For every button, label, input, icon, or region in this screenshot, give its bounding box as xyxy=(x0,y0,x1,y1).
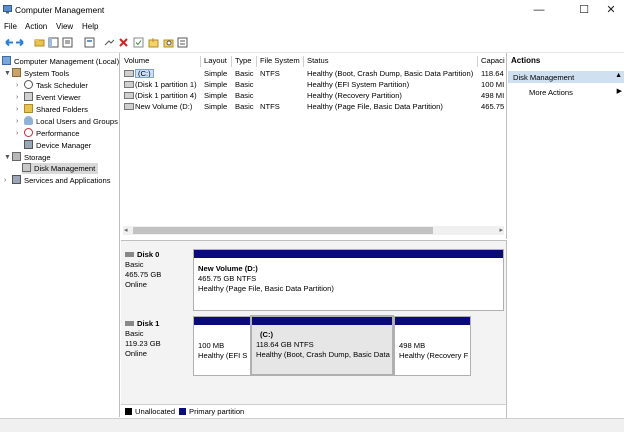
tree-item-performance[interactable]: Performance xyxy=(24,128,79,139)
list-view-icon[interactable] xyxy=(84,37,95,48)
disk-icon xyxy=(125,321,134,326)
tree-item-event-viewer[interactable]: Event Viewer xyxy=(24,92,81,103)
event-viewer-icon xyxy=(24,92,33,101)
column-header-status[interactable]: Status xyxy=(304,56,478,67)
menu-help[interactable]: Help xyxy=(82,22,98,31)
up-folder-icon[interactable] xyxy=(34,37,45,48)
partition-c[interactable]: (C:) 118.64 GB NTFS Healthy (Boot, Crash… xyxy=(250,315,394,376)
close-button[interactable]: ✕ xyxy=(598,3,624,17)
back-arrow-icon[interactable] xyxy=(3,37,14,48)
disk-icon xyxy=(22,163,31,172)
window-title: Computer Management xyxy=(15,5,105,15)
tree-item-device-manager[interactable]: Device Manager xyxy=(24,140,91,151)
scroll-right-icon[interactable]: ▸ xyxy=(499,226,503,234)
column-header-volume[interactable]: Volume xyxy=(121,56,201,67)
folder-search-icon[interactable] xyxy=(163,37,174,48)
tree-item-root[interactable]: Computer Management (Local) xyxy=(2,56,119,67)
settings-panel-icon[interactable] xyxy=(177,37,188,48)
clock-icon xyxy=(24,80,33,89)
tree-item-disk-management[interactable]: Disk Management xyxy=(22,163,99,174)
computer-icon xyxy=(2,56,11,65)
tools-icon xyxy=(12,68,21,77)
volume-icon xyxy=(124,81,134,88)
minimize-button[interactable]: — xyxy=(526,3,552,17)
volume-icon xyxy=(124,103,134,110)
actions-section-disk-management[interactable]: Disk Management ▲ xyxy=(508,71,624,83)
expand-arrow-icon[interactable]: › xyxy=(16,106,18,113)
primary-partition-bar xyxy=(252,317,392,325)
show-hide-tree-icon[interactable] xyxy=(48,37,59,48)
horizontal-scrollbar[interactable]: ◂ ▸ xyxy=(123,226,504,235)
primary-partition-swatch xyxy=(179,408,186,415)
performance-icon xyxy=(24,128,33,137)
shared-folder-icon xyxy=(24,104,33,113)
tree-item-services[interactable]: Services and Applications xyxy=(12,175,111,186)
delete-icon[interactable] xyxy=(118,37,129,48)
tree-item-shared-folders[interactable]: Shared Folders xyxy=(24,104,88,115)
collapse-arrow-icon[interactable]: ▲ xyxy=(615,72,622,79)
expand-arrow-icon[interactable]: › xyxy=(4,177,6,184)
partition-efi[interactable]: 100 MB Healthy (EFI S xyxy=(193,316,251,376)
folder-open-icon[interactable] xyxy=(148,37,159,48)
title-bar: Computer Management — ☐ ✕ xyxy=(0,0,624,20)
more-actions-item[interactable]: More Actions ▶ xyxy=(508,87,624,98)
expand-arrow-icon[interactable]: › xyxy=(16,118,18,125)
menu-file[interactable]: File xyxy=(4,22,17,31)
primary-partition-bar xyxy=(395,317,470,325)
tree-item-task-scheduler[interactable]: Task Scheduler xyxy=(24,80,88,91)
disk-icon xyxy=(125,252,134,257)
check-icon[interactable] xyxy=(133,37,144,48)
connect-icon[interactable] xyxy=(104,37,115,48)
column-header-file-system[interactable]: File System xyxy=(257,56,304,67)
menu-view[interactable]: View xyxy=(56,22,73,31)
partition-new-volume-d[interactable]: New Volume (D:) 465.75 GB NTFS Healthy (… xyxy=(193,249,504,311)
tree-item-storage[interactable]: Storage xyxy=(12,152,51,163)
disk-0-info[interactable]: Disk 0 Basic 465.75 GB Online xyxy=(125,250,161,290)
table-row[interactable]: (Disk 1 partition 4) Simple Basic Health… xyxy=(121,90,506,100)
submenu-arrow-icon: ▶ xyxy=(616,88,622,95)
table-row[interactable]: (Disk 1 partition 1) Simple Basic Health… xyxy=(121,79,506,89)
menu-bar: File Action View Help xyxy=(0,20,624,34)
actions-pane: Actions Disk Management ▲ More Actions ▶ xyxy=(508,53,624,418)
properties-icon[interactable] xyxy=(62,37,73,48)
volume-icon xyxy=(124,70,134,77)
maximize-button[interactable]: ☐ xyxy=(571,3,597,17)
primary-partition-bar xyxy=(194,317,250,325)
scrollbar-thumb[interactable] xyxy=(133,227,433,234)
column-header-type[interactable]: Type xyxy=(232,56,257,67)
column-header-capacity[interactable]: Capaci xyxy=(478,56,506,67)
actions-header: Actions xyxy=(511,56,541,65)
primary-partition-bar xyxy=(194,250,503,258)
disk-1-info[interactable]: Disk 1 Basic 119.23 GB Online xyxy=(125,319,161,359)
expand-arrow-icon[interactable]: › xyxy=(16,94,18,101)
disk-graphical-view: Disk 0 Basic 465.75 GB Online New Volume… xyxy=(121,240,507,419)
menu-action[interactable]: Action xyxy=(25,22,47,31)
table-row[interactable]: New Volume (D:) Simple Basic NTFS Health… xyxy=(121,101,506,111)
partition-legend: Unallocated Primary partition xyxy=(121,404,506,419)
expand-arrow-icon[interactable]: › xyxy=(16,82,18,89)
collapse-arrow-icon[interactable]: ▼ xyxy=(4,70,11,77)
table-row[interactable]: (C:) Simple Basic NTFS Healthy (Boot, Cr… xyxy=(121,68,506,78)
partition-recovery[interactable]: 498 MB Healthy (Recovery F xyxy=(394,316,471,376)
volume-icon xyxy=(124,92,134,99)
services-icon xyxy=(12,175,21,184)
expand-arrow-icon[interactable]: › xyxy=(16,130,18,137)
storage-icon xyxy=(12,152,21,161)
device-manager-icon xyxy=(24,140,33,149)
status-bar xyxy=(0,418,624,432)
toolbar xyxy=(0,34,624,53)
navigation-tree: Computer Management (Local) ▼ System Too… xyxy=(0,53,120,417)
unallocated-swatch xyxy=(125,408,132,415)
tree-item-system-tools[interactable]: System Tools xyxy=(12,68,69,79)
forward-arrow-icon[interactable] xyxy=(15,37,26,48)
volume-list: Volume Layout Type File System Status Ca… xyxy=(121,53,507,239)
collapse-arrow-icon[interactable]: ▼ xyxy=(4,154,11,161)
tree-item-local-users[interactable]: Local Users and Groups xyxy=(24,116,118,127)
scroll-left-icon[interactable]: ◂ xyxy=(124,226,128,234)
column-header-layout[interactable]: Layout xyxy=(201,56,232,67)
users-icon xyxy=(24,116,33,125)
computer-management-icon xyxy=(3,5,12,14)
